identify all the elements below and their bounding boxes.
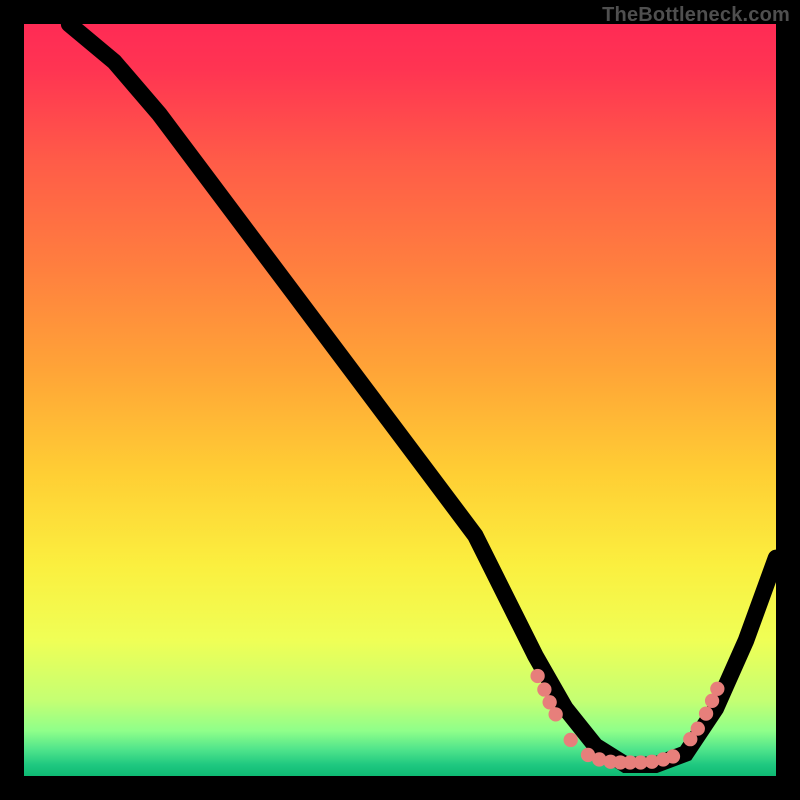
data-dot (699, 706, 713, 720)
watermark-text: TheBottleneck.com (602, 4, 790, 27)
data-dot (537, 682, 551, 696)
data-dot (549, 707, 563, 721)
data-dot (666, 749, 680, 763)
data-dot (710, 682, 724, 696)
data-dot (564, 733, 578, 747)
bottleneck-curve (69, 24, 776, 765)
chart-stage: TheBottleneck.com (0, 0, 800, 800)
plot-area (24, 24, 776, 776)
data-dot (691, 721, 705, 735)
chart-svg (24, 24, 776, 776)
data-dot (530, 669, 544, 683)
